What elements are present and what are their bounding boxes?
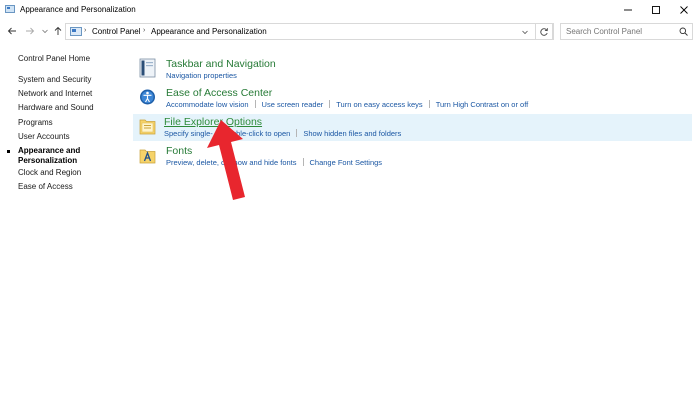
search-input[interactable] [566, 25, 671, 38]
taskbar-and-navigation-title[interactable]: Taskbar and Navigation [166, 58, 276, 70]
back-arrow-icon [7, 27, 16, 35]
link-separator [302, 158, 304, 166]
up-arrow-icon [54, 26, 62, 35]
chevron-down-icon [42, 29, 48, 34]
accommodate-low-vision-link[interactable]: Accommodate low vision [166, 100, 249, 109]
up-button[interactable] [52, 25, 64, 37]
category-taskbar-and-navigation: Taskbar and Navigation Navigation proper… [135, 56, 695, 83]
nav-control-panel-home[interactable]: Control Panel Home [18, 54, 90, 63]
maximize-icon [652, 6, 660, 14]
turn-high-contrast-link[interactable]: Turn High Contrast on or off [436, 100, 529, 109]
nav-appearance-and-personalization: Appearance and Personalization [18, 146, 81, 165]
nav-programs[interactable]: Programs [18, 118, 53, 127]
fonts-icon [139, 149, 156, 164]
maximize-button[interactable] [642, 0, 670, 20]
refresh-button[interactable] [535, 23, 553, 40]
address-bar[interactable]: › Control Panel › Appearance and Persona… [65, 23, 554, 40]
breadcrumb-separator-icon: › [84, 27, 87, 34]
navigation-bar: › Control Panel › Appearance and Persona… [0, 21, 700, 43]
fonts-title[interactable]: Fonts [166, 145, 192, 157]
refresh-icon [540, 27, 548, 36]
back-button[interactable] [6, 25, 18, 37]
control-panel-icon [5, 5, 15, 13]
title-bar: Appearance and Personalization [0, 0, 700, 20]
address-dropdown-icon[interactable] [521, 28, 529, 36]
forward-arrow-icon [26, 27, 35, 35]
control-panel-icon [70, 27, 82, 36]
minimize-button[interactable] [614, 0, 642, 20]
ease-of-access-icon [140, 89, 155, 105]
nav-system-and-security[interactable]: System and Security [18, 75, 91, 84]
ease-of-access-links: Accommodate low vision Use screen reader T… [166, 100, 528, 109]
control-panel-window: Appearance and Personalization › Control… [0, 0, 700, 403]
link-separator [428, 100, 430, 108]
nav-ease-of-access[interactable]: Ease of Access [18, 182, 73, 191]
search-icon[interactable] [679, 27, 688, 36]
folder-options-icon [139, 119, 156, 135]
taskbar-links: Navigation properties [166, 71, 237, 80]
annotation-arrow-icon [207, 120, 245, 200]
minimize-icon [624, 9, 632, 11]
close-icon [680, 6, 688, 14]
category-ease-of-access-center: Ease of Access Center Accommodate low vi… [135, 85, 695, 112]
nav-clock-and-region[interactable]: Clock and Region [18, 168, 81, 177]
nav-network-and-internet[interactable]: Network and Internet [18, 89, 92, 98]
window-title: Appearance and Personalization [20, 5, 136, 14]
active-item-marker [7, 150, 10, 153]
ease-of-access-center-title[interactable]: Ease of Access Center [166, 87, 272, 99]
search-box[interactable] [560, 23, 693, 40]
link-separator [329, 100, 331, 108]
breadcrumb-control-panel[interactable]: Control Panel [92, 27, 140, 36]
fonts-links: Preview, delete, or show and hide fontsC… [166, 158, 382, 167]
turn-on-easy-access-keys-link[interactable]: Turn on easy access keys [336, 100, 422, 109]
taskbar-icon [139, 58, 156, 78]
nav-user-accounts[interactable]: User Accounts [18, 132, 70, 141]
breadcrumb-separator-icon: › [143, 27, 146, 34]
forward-button[interactable] [24, 25, 36, 37]
recent-locations-button[interactable] [39, 25, 51, 37]
link-separator [296, 129, 298, 137]
use-screen-reader-link[interactable]: Use screen reader [262, 100, 324, 109]
show-hidden-files-link[interactable]: Show hidden files and folders [303, 129, 401, 138]
link-separator [254, 100, 256, 108]
navigation-properties-link[interactable]: Navigation properties [166, 71, 237, 80]
close-button[interactable] [670, 0, 698, 20]
breadcrumb-appearance[interactable]: Appearance and Personalization [151, 27, 267, 36]
nav-hardware-and-sound[interactable]: Hardware and Sound [18, 103, 94, 112]
change-font-settings-link[interactable]: Change Font Settings [310, 158, 383, 167]
